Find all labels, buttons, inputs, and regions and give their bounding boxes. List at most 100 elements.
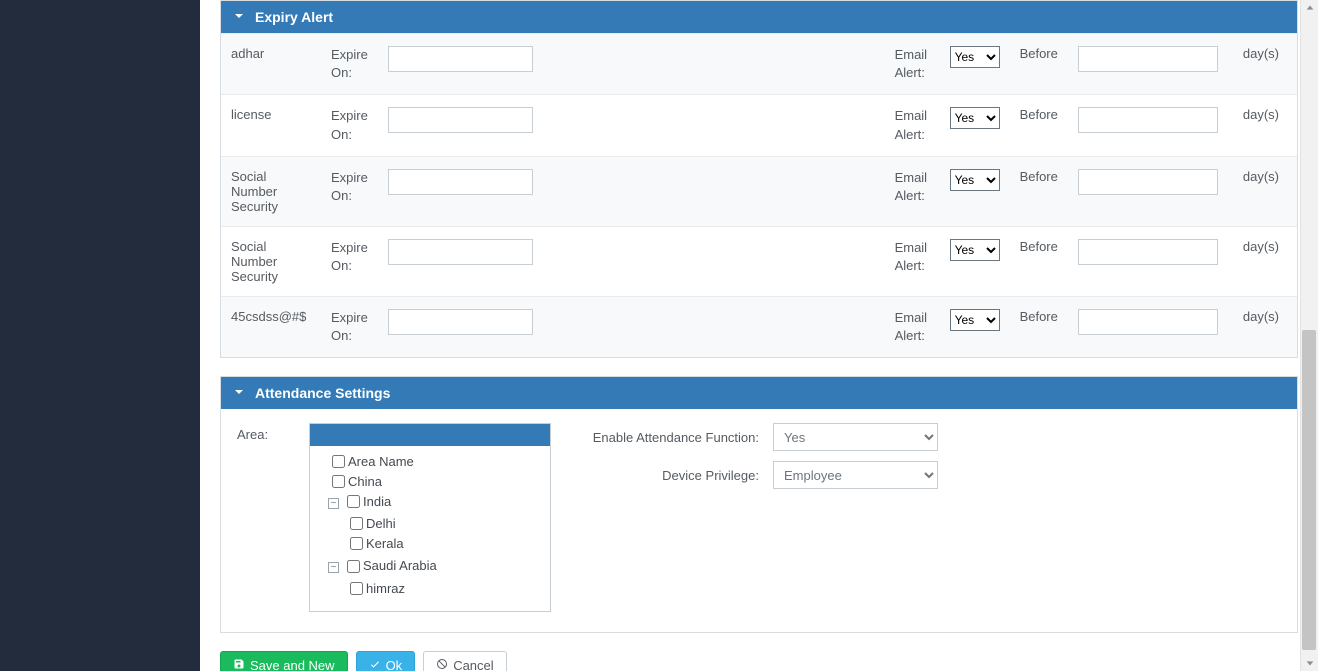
expire-on-input[interactable]	[388, 107, 533, 133]
cancel-label: Cancel	[453, 658, 493, 671]
expire-on-label: Expire On:	[321, 95, 378, 156]
email-alert-select[interactable]: YesNo	[950, 107, 1000, 129]
days-suffix: day(s)	[1233, 226, 1297, 296]
cancel-icon	[436, 658, 448, 671]
main-content: Expiry Alert adharExpire On:Email Alert:…	[200, 0, 1318, 671]
email-alert-select[interactable]: YesNo	[950, 169, 1000, 191]
before-days-input[interactable]	[1078, 239, 1218, 265]
tree-node: − Saudi Arabia himraz	[328, 556, 550, 600]
expire-on-input[interactable]	[388, 309, 533, 335]
device-privilege-select[interactable]: Employee	[773, 461, 938, 489]
email-alert-select[interactable]: YesNo	[950, 46, 1000, 68]
tree-node: − India Delhi Kerala	[328, 492, 550, 556]
tree-node-checkbox[interactable]	[350, 582, 363, 595]
enable-attendance-select[interactable]: YesNo	[773, 423, 938, 451]
tree-node-label: himraz	[366, 581, 405, 596]
tree-node-checkbox[interactable]	[350, 537, 363, 550]
expiry-alert-item-name: license	[221, 95, 321, 156]
expiry-alert-item-name: Social Number Security	[221, 156, 321, 226]
sidebar-dark	[0, 0, 200, 671]
chevron-down-icon	[233, 9, 245, 25]
panel-header-expiry-alert[interactable]: Expiry Alert	[221, 1, 1297, 33]
email-alert-label: Email Alert:	[885, 34, 940, 95]
before-days-input[interactable]	[1078, 309, 1218, 335]
tree-node: Delhi	[346, 514, 550, 534]
save-icon	[233, 658, 245, 671]
days-suffix: day(s)	[1233, 34, 1297, 95]
tree-node: Area Name	[328, 452, 550, 472]
before-label: Before	[1010, 95, 1068, 156]
panel-title-expiry-alert: Expiry Alert	[255, 9, 333, 25]
scroll-up-arrow-icon	[1305, 3, 1315, 13]
ok-label: Ok	[386, 658, 403, 671]
expiry-alert-row: adharExpire On: Email Alert: YesNo Before da…	[221, 34, 1297, 95]
expiry-alert-row: Social Number SecurityExpire On: Email Al…	[221, 156, 1297, 226]
before-label: Before	[1010, 156, 1068, 226]
email-alert-label: Email Alert:	[885, 95, 940, 156]
cancel-button[interactable]: Cancel	[423, 651, 506, 671]
email-alert-label: Email Alert:	[885, 226, 940, 296]
panel-attendance-settings: Attendance Settings Area: Area Name China…	[220, 376, 1298, 632]
device-privilege-label: Device Privilege:	[591, 468, 773, 483]
expire-on-label: Expire On:	[321, 296, 378, 357]
expire-on-label: Expire On:	[321, 156, 378, 226]
chevron-down-icon	[233, 385, 245, 401]
area-label: Area:	[237, 423, 299, 611]
expiry-alert-row: licenseExpire On: Email Alert: YesNo Before…	[221, 95, 1297, 156]
panel-header-attendance-settings[interactable]: Attendance Settings	[221, 377, 1297, 409]
days-suffix: day(s)	[1233, 156, 1297, 226]
tree-node-label: Delhi	[366, 516, 396, 531]
before-days-input[interactable]	[1078, 169, 1218, 195]
days-suffix: day(s)	[1233, 296, 1297, 357]
expire-on-label: Expire On:	[321, 34, 378, 95]
before-days-input[interactable]	[1078, 46, 1218, 72]
action-bar: Save and New Ok Cancel	[220, 651, 1298, 671]
tree-node: Kerala	[346, 534, 550, 554]
expire-on-input[interactable]	[388, 46, 533, 72]
tree-toggle[interactable]: −	[328, 562, 339, 573]
expire-on-input[interactable]	[388, 239, 533, 265]
tree-node-checkbox[interactable]	[347, 560, 360, 573]
enable-attendance-label: Enable Attendance Function:	[591, 430, 773, 445]
tree-node-label: Area Name	[348, 454, 414, 469]
tree-node-label: India	[363, 494, 391, 509]
tree-node: himraz	[346, 579, 550, 599]
tree-node-checkbox[interactable]	[332, 475, 345, 488]
expiry-alert-item-name: 45csdss@#$	[221, 296, 321, 357]
check-icon	[369, 658, 381, 671]
tree-node-label: Saudi Arabia	[363, 558, 437, 573]
email-alert-select[interactable]: YesNo	[950, 239, 1000, 261]
tree-node-checkbox[interactable]	[332, 455, 345, 468]
expire-on-input[interactable]	[388, 169, 533, 195]
before-days-input[interactable]	[1078, 107, 1218, 133]
expiry-alert-table: adharExpire On:Email Alert:YesNoBeforeda…	[221, 33, 1297, 357]
scrollbar-thumb[interactable]	[1302, 330, 1316, 650]
scroll-down-arrow-icon	[1305, 658, 1315, 668]
tree-node-label: Kerala	[366, 536, 404, 551]
vertical-scrollbar[interactable]	[1300, 0, 1318, 671]
days-suffix: day(s)	[1233, 95, 1297, 156]
email-alert-label: Email Alert:	[885, 156, 940, 226]
panel-expiry-alert: Expiry Alert adharExpire On:Email Alert:…	[220, 0, 1298, 358]
tree-node-checkbox[interactable]	[350, 517, 363, 530]
expiry-alert-row: 45csdss@#$Expire On: Email Alert: YesNo Bef…	[221, 296, 1297, 357]
panel-title-attendance-settings: Attendance Settings	[255, 385, 390, 401]
tree-node-checkbox[interactable]	[347, 495, 360, 508]
save-and-new-button[interactable]: Save and New	[220, 651, 348, 671]
area-tree: Area NameChina−IndiaDelhiKerala−Saudi Ar…	[309, 423, 551, 611]
before-label: Before	[1010, 34, 1068, 95]
expiry-alert-item-name: adhar	[221, 34, 321, 95]
ok-button[interactable]: Ok	[356, 651, 416, 671]
before-label: Before	[1010, 226, 1068, 296]
save-and-new-label: Save and New	[250, 658, 335, 671]
tree-node-label: China	[348, 474, 382, 489]
email-alert-select[interactable]: YesNo	[950, 309, 1000, 331]
tree-toggle[interactable]: −	[328, 498, 339, 509]
area-tree-header	[310, 424, 550, 446]
email-alert-label: Email Alert:	[885, 296, 940, 357]
expiry-alert-row: Social Number SecurityExpire On: Email Al…	[221, 226, 1297, 296]
expire-on-label: Expire On:	[321, 226, 378, 296]
tree-node: China	[328, 472, 550, 492]
before-label: Before	[1010, 296, 1068, 357]
expiry-alert-item-name: Social Number Security	[221, 226, 321, 296]
